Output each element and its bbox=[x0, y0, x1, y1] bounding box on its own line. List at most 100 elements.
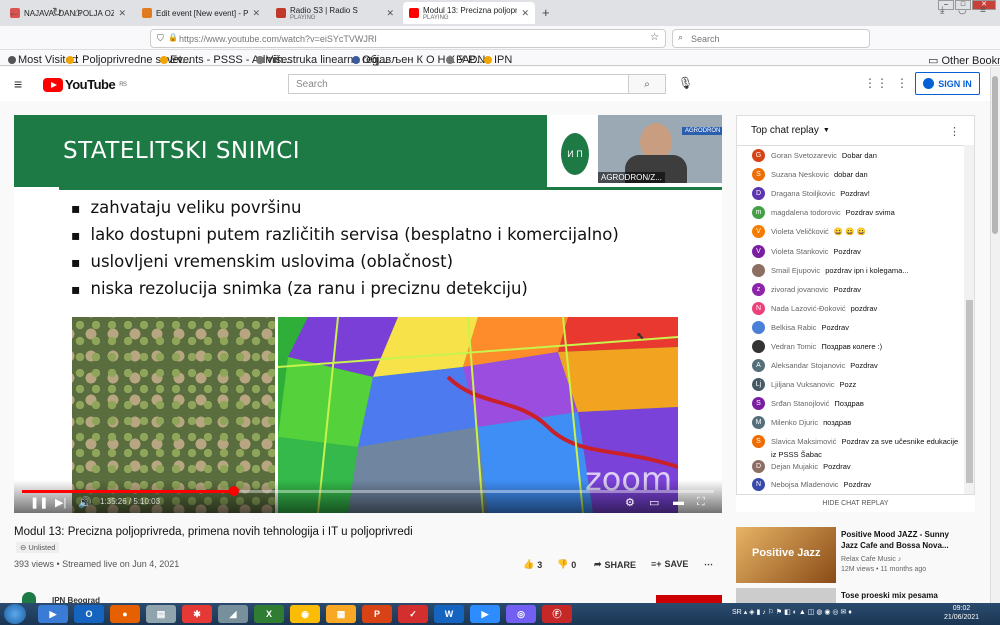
chat-author[interactable]: Goran Svetozarevic bbox=[771, 151, 837, 160]
chat-author[interactable]: Belkisa Rabic bbox=[771, 323, 816, 332]
chat-author[interactable]: Violeta Stankovic bbox=[771, 247, 828, 256]
chat-avatar[interactable]: D bbox=[752, 460, 765, 473]
chat-avatar[interactable]: G bbox=[752, 149, 765, 162]
chat-avatar[interactable]: M bbox=[752, 416, 765, 429]
volume-icon[interactable]: 🔊 bbox=[78, 496, 92, 509]
suggested-video-channel[interactable]: Relax Cafe Music ♪ bbox=[841, 556, 901, 563]
chat-author[interactable]: Nada Lazović-Đoković bbox=[771, 304, 846, 313]
taskbar-app-icon[interactable]: ✓ bbox=[398, 605, 428, 623]
chat-avatar[interactable]: z bbox=[752, 283, 765, 296]
chat-avatar[interactable]: S bbox=[752, 435, 765, 448]
browser-tab-1[interactable]: NAJAVA: DAN POLJA OZIMIH S ✕ bbox=[4, 2, 132, 24]
chat-more-icon[interactable]: ⋮ bbox=[949, 125, 960, 138]
close-icon[interactable]: ✕ bbox=[521, 8, 529, 19]
menu-icon[interactable]: ≡ bbox=[980, 5, 986, 16]
url-bar[interactable]: ⛉ 🔒 https://www.youtube.com/watch?v=eiSY… bbox=[150, 29, 666, 48]
chat-author[interactable]: zivorad jovanovic bbox=[771, 285, 829, 294]
start-button[interactable] bbox=[4, 604, 26, 624]
channel-avatar[interactable] bbox=[22, 592, 36, 603]
youtube-search-input[interactable]: Search bbox=[288, 74, 666, 94]
chat-author[interactable]: magdalena todorovic bbox=[771, 208, 841, 217]
browser-search-input[interactable]: ⌕ Search bbox=[672, 29, 870, 48]
chat-avatar[interactable]: N bbox=[752, 478, 765, 491]
taskbar-app-icon[interactable]: P bbox=[362, 605, 392, 623]
save-button[interactable]: ≡+ SAVE bbox=[651, 559, 688, 569]
fullscreen-icon[interactable]: ⛶ bbox=[697, 496, 705, 509]
downloads-icon[interactable]: ⤓ bbox=[940, 5, 944, 16]
reload-icon[interactable]: ↻ bbox=[52, 5, 62, 19]
youtube-logo[interactable]: YouTube RS bbox=[43, 77, 127, 92]
page-scrollbar-thumb[interactable] bbox=[992, 76, 998, 234]
taskbar-app-icon[interactable]: ✱ bbox=[182, 605, 212, 623]
chat-avatar[interactable]: V bbox=[752, 245, 765, 258]
chat-author[interactable]: Ljiljana Vuksanovic bbox=[771, 380, 835, 389]
taskbar-app-icon[interactable]: ▶ bbox=[38, 605, 68, 623]
chat-avatar[interactable] bbox=[752, 264, 765, 277]
taskbar-app-icon[interactable]: ◉ bbox=[290, 605, 320, 623]
system-clock[interactable]: 09:02 21/06/2021 bbox=[944, 604, 979, 622]
chat-author[interactable]: Suzana Neskovic bbox=[771, 170, 829, 179]
taskbar-app-icon[interactable]: X bbox=[254, 605, 284, 623]
chat-avatar[interactable]: S bbox=[752, 397, 765, 410]
browser-tab-3[interactable]: Radio S3 | Radio S PLAYING ✕ bbox=[270, 2, 400, 24]
tray-icons[interactable]: ▴ ◈ ▮ ♪ ⚐ ⚑ ◧ ◐ ▲ ◫ ◍ ◉ ◎ ✉ ♦ bbox=[744, 609, 852, 616]
new-tab-button[interactable]: + bbox=[542, 5, 550, 20]
other-bookmarks[interactable]: ▭ Other Bookmarks bbox=[928, 54, 1000, 67]
browser-tab-2[interactable]: Edit event [New event] - PSSS ✕ bbox=[136, 2, 266, 24]
taskbar-app-icon[interactable]: ● bbox=[110, 605, 140, 623]
share-button[interactable]: ➦ SHARE bbox=[594, 559, 636, 570]
taskbar-app-icon[interactable]: ▶ bbox=[470, 605, 500, 623]
chat-author[interactable]: Nebojsa Mladenovic bbox=[771, 480, 839, 489]
suggested-video-thumbnail[interactable] bbox=[736, 588, 836, 603]
video-player[interactable]: STATELITSKI SNIMCI И П zahvataju veliku … bbox=[14, 115, 722, 513]
chat-avatar[interactable]: S bbox=[752, 168, 765, 181]
bookmark-ipn[interactable]: IPN bbox=[484, 54, 512, 66]
chat-author[interactable]: Vedran Tomic bbox=[771, 342, 816, 351]
chat-header[interactable]: Top chat replay ▼ bbox=[737, 116, 974, 146]
taskbar-app-icon[interactable]: W bbox=[434, 605, 464, 623]
dislike-button[interactable]: 👎 0 bbox=[557, 559, 576, 570]
chat-avatar[interactable]: N bbox=[752, 302, 765, 315]
star-icon[interactable]: ☆ bbox=[650, 32, 659, 43]
hamburger-menu-icon[interactable]: ≡ bbox=[14, 76, 22, 92]
forward-arrow-icon[interactable]: → bbox=[30, 5, 42, 19]
chat-author[interactable]: Dragana Stoiljkovic bbox=[771, 189, 835, 198]
taskbar-app-icon[interactable]: O bbox=[74, 605, 104, 623]
chat-avatar[interactable] bbox=[752, 340, 765, 353]
chat-author[interactable]: Milenko Djuric bbox=[771, 418, 818, 427]
miniplayer-icon[interactable]: ▭ bbox=[649, 496, 659, 509]
taskbar-app-icon[interactable]: Ⓕ bbox=[542, 605, 572, 623]
chat-author[interactable]: Aleksandar Stojanovic bbox=[771, 361, 845, 370]
settings-more-icon[interactable]: ⋮ bbox=[896, 76, 908, 90]
apps-grid-icon[interactable]: ⋮⋮ bbox=[864, 76, 888, 90]
sign-in-button[interactable]: SIGN IN bbox=[915, 72, 980, 95]
chat-author[interactable]: Slavica Maksimović bbox=[771, 437, 836, 446]
theater-mode-icon[interactable]: ▬ bbox=[673, 496, 684, 508]
microphone-icon[interactable]: 🎙 bbox=[678, 76, 693, 90]
chat-avatar[interactable]: V bbox=[752, 225, 765, 238]
suggested-video-thumbnail[interactable]: Positive Jazz bbox=[736, 527, 836, 583]
chat-avatar[interactable]: m bbox=[752, 206, 765, 219]
hide-chat-replay-button[interactable]: HIDE CHAT REPLAY bbox=[736, 494, 975, 512]
chat-avatar[interactable]: D bbox=[752, 187, 765, 200]
suggested-video-title[interactable]: Tose proeski mix pesama bbox=[841, 590, 961, 601]
browser-tab-4-active[interactable]: Modul 13: Precizna poljoprivredPLAYING ✕ bbox=[403, 2, 535, 24]
close-icon[interactable]: ✕ bbox=[386, 8, 394, 19]
language-indicator[interactable]: SR bbox=[732, 609, 742, 616]
taskbar-app-icon[interactable]: ▤ bbox=[146, 605, 176, 623]
like-button[interactable]: 👍 3 bbox=[523, 559, 542, 570]
pause-icon[interactable]: ❚❚ bbox=[30, 496, 48, 509]
taskbar-app-icon[interactable]: ◎ bbox=[506, 605, 536, 623]
chat-author[interactable]: Dejan Mujakic bbox=[771, 462, 818, 471]
close-icon[interactable]: ✕ bbox=[118, 8, 126, 19]
youtube-search-button[interactable]: ⌕ bbox=[628, 74, 666, 94]
chat-scrollbar-thumb[interactable] bbox=[966, 300, 973, 483]
suggested-video-title[interactable]: Positive Mood JAZZ - Sunny Jazz Cafe and… bbox=[841, 529, 961, 551]
chat-avatar[interactable]: A bbox=[752, 359, 765, 372]
chat-avatar[interactable]: Lj bbox=[752, 378, 765, 391]
chat-author[interactable]: Srđan Stanojlović bbox=[771, 399, 829, 408]
chat-avatar[interactable] bbox=[752, 321, 765, 334]
taskbar-app-icon[interactable]: ◢ bbox=[218, 605, 248, 623]
chat-author[interactable]: Smail Ejupovic bbox=[771, 266, 820, 275]
close-icon[interactable]: ✕ bbox=[252, 8, 260, 19]
